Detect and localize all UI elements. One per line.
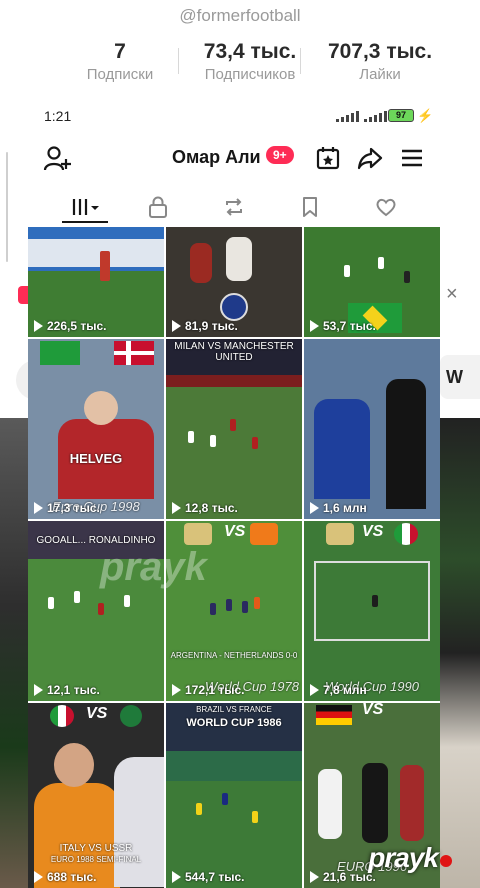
view-count: 226,5 тыс. [34,319,107,333]
play-icon [172,320,181,332]
team-crest [184,523,212,545]
adjacent-video-strip [0,418,28,888]
profile-header: Омар Али 9+ [0,140,480,176]
view-count: 81,9 тыс. [172,319,238,333]
team-crest [120,705,142,727]
signal-icon [364,110,387,122]
grid-icon [72,199,99,215]
repost-icon [226,198,242,216]
play-icon [310,320,319,332]
profile-tabs [0,190,480,224]
close-icon[interactable]: × [446,283,458,306]
charging-icon: ⚡ [417,108,434,123]
calendar-star-icon[interactable] [314,144,342,172]
view-count: 12,1 тыс. [34,683,100,697]
watermark-dot [440,855,452,867]
stat-following-label: Подписки [86,66,154,83]
tab-liked[interactable] [366,190,406,224]
lock-icon [149,196,167,218]
video-tile[interactable]: 81,9 тыс. [166,227,302,337]
team-crest [250,523,278,545]
stat-following-value: 7 [114,40,126,63]
flag-germany [316,705,352,725]
view-count: 21,6 тыс. [310,870,376,884]
ball-icon [220,293,248,321]
play-icon [172,502,181,514]
flag-italy [50,705,74,727]
play-icon [310,871,319,883]
video-tile[interactable]: MILAN VS MANCHESTER UNITED 12,8 тыс. [166,339,302,519]
stat-divider [300,48,301,74]
side-card-text: W [446,367,463,387]
view-count: 1,6 млн [310,501,367,515]
view-count: 688 тыс. [34,870,97,884]
watermark-faint: prayk [100,545,207,589]
video-tile[interactable]: 226,5 тыс. [28,227,164,337]
signal-icon [336,110,359,122]
status-time: 1:21 [44,108,72,124]
adjacent-video-strip [440,418,480,888]
play-icon [310,502,319,514]
video-tile[interactable]: VS ITALY VS USSR EURO 1988 SEMI-FINAL 68… [28,703,164,888]
view-count: 544,7 тыс. [172,870,245,884]
play-icon [34,684,43,696]
play-icon [172,871,181,883]
stat-likes-value: 707,3 тыс. [327,40,433,63]
tab-reposts[interactable] [214,190,254,224]
flag-brazil [40,341,80,365]
play-icon [34,502,43,514]
flag-denmark [114,341,154,365]
profile-handle: @formerfootball [179,6,301,25]
stat-likes[interactable]: 707,3 тыс. Лайки [320,40,440,83]
video-tile[interactable]: HELVEG Euro Cup 1998 17,3 тыс. [28,339,164,519]
stat-following[interactable]: 7 Подписки [60,40,180,83]
stat-likes-label: Лайки [359,66,401,83]
video-tile[interactable]: 53,7 тыс. [304,227,440,337]
tab-videos[interactable] [64,190,104,224]
view-count: 53,7 тыс. [310,319,376,333]
tab-active-indicator [62,221,108,223]
profile-name[interactable]: Омар Али [172,147,261,168]
view-count: 12,8 тыс. [172,501,238,515]
stat-followers-value: 73,4 тыс. [203,40,297,63]
flag-italy [394,523,418,545]
menu-icon[interactable] [398,144,426,172]
status-bar: 1:21 97 ⚡ [0,106,480,128]
play-icon [172,684,181,696]
bookmark-icon [303,197,317,217]
tiktok-profile-screen: @formerfootball 7 Подписки 73,4 тыс. Под… [0,0,480,888]
tab-favorites[interactable] [290,190,330,224]
battery-icon: 97 [388,109,414,122]
stat-followers-label: Подписчиков [204,66,296,83]
side-card[interactable]: W [440,355,480,399]
stat-followers[interactable]: 73,4 тыс. Подписчиков [190,40,310,83]
video-tile[interactable]: BRAZIL VS FRANCE WORLD CUP 1986 544,7 ты… [166,703,302,888]
team-crest [326,523,354,545]
play-icon [34,871,43,883]
heart-icon [376,198,396,217]
view-count: 172,1 тыс. [172,683,245,697]
scroll-edge [6,152,8,262]
notification-badge: 9+ [266,146,294,164]
tab-private[interactable] [138,190,178,224]
play-icon [34,320,43,332]
view-count: 17,3 тыс. [34,501,100,515]
profile-stats: 7 Подписки 73,4 тыс. Подписчиков 707,3 т… [60,40,440,83]
add-user-icon[interactable] [42,144,72,174]
stat-divider [178,48,179,74]
view-count: 7,8 млн [310,683,367,697]
share-icon[interactable] [356,144,384,172]
watermark-logo: prayk [368,842,452,874]
play-icon [310,684,319,696]
video-tile[interactable]: VS World Cup 1990 7,8 млн [304,521,440,701]
video-tile[interactable]: 1,6 млн [304,339,440,519]
video-grid: 226,5 тыс. 81,9 тыс. 53,7 тыс. HELVEG Eu… [28,227,440,888]
